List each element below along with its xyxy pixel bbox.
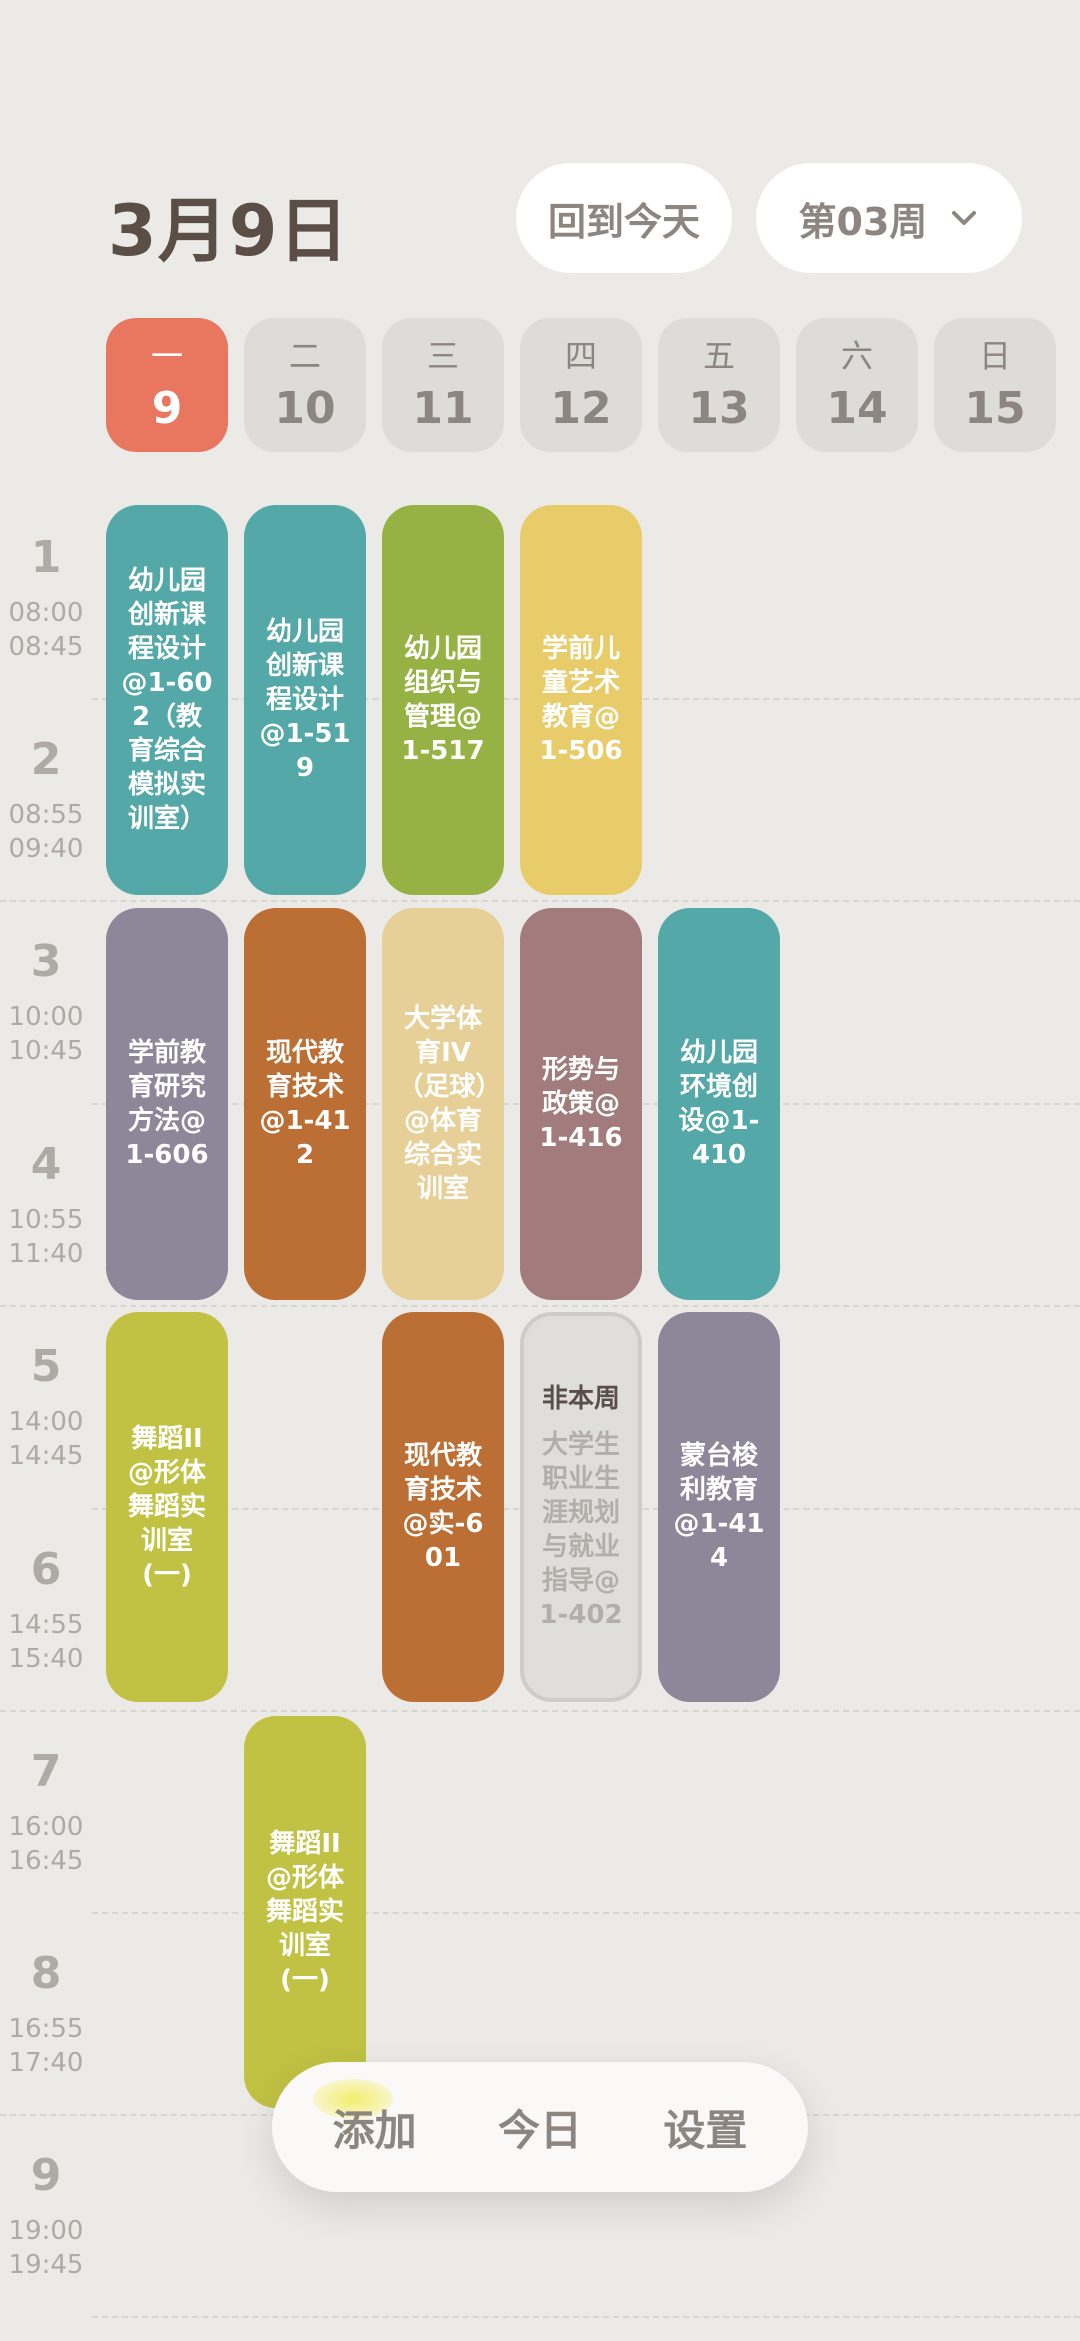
- weekday-label: 日: [978, 337, 1011, 375]
- period-end-time: 15:40: [8, 1644, 84, 1674]
- day-header-sat[interactable]: 六 14: [796, 318, 918, 452]
- period-start-time: 16:00: [8, 1812, 84, 1842]
- page-title: 3月9日: [108, 190, 350, 272]
- period-end-time: 11:40: [8, 1239, 84, 1269]
- period-number: 9: [30, 2150, 62, 2201]
- period-start-time: 10:00: [8, 1002, 84, 1032]
- day-header-thu[interactable]: 四 12: [520, 318, 642, 452]
- course-title: 大学体育IV（足球）@体育综合实训室: [397, 1004, 489, 1204]
- day-header-wed[interactable]: 三 11: [382, 318, 504, 452]
- period-number: 1: [30, 532, 62, 583]
- add-button[interactable]: 添加: [312, 2078, 417, 2158]
- period-number: 6: [30, 1544, 62, 1595]
- course-card-wed-p3-4[interactable]: 大学体育IV（足球）@体育综合实训室: [382, 908, 504, 1300]
- period-start-time: 19:00: [8, 2216, 84, 2246]
- grid-divider: [0, 1710, 1080, 1712]
- chevron-down-icon: [952, 211, 977, 225]
- period-end-time: 08:45: [8, 632, 84, 662]
- course-card-thu-p5-6-not-this-week[interactable]: 非本周 大学生职业生涯规划与就业指导@1-402: [520, 1312, 642, 1702]
- course-title: 幼儿园组织与管理@1-517: [401, 634, 485, 766]
- weekday-label: 一: [150, 337, 183, 375]
- course-title: 舞蹈II@形体舞蹈实训室(一): [127, 1424, 206, 1590]
- day-number: 12: [550, 383, 612, 434]
- course-card-tue-p3-4[interactable]: 现代教育技术@1-412: [244, 908, 366, 1300]
- period-end-time: 19:45: [8, 2250, 84, 2280]
- week-selector-label: 第03周: [798, 199, 928, 244]
- add-label: 添加: [332, 2105, 417, 2155]
- course-title: 舞蹈II@形体舞蹈实训室(一): [265, 1829, 344, 1995]
- course-title: 幼儿园创新课程设计@1-519: [259, 617, 351, 783]
- day-header-sun[interactable]: 日 15: [934, 318, 1056, 452]
- period-start-time: 10:55: [8, 1205, 84, 1235]
- period-number: 2: [30, 734, 62, 785]
- course-title: 大学生职业生涯规划与就业指导@1-402: [539, 1430, 623, 1630]
- day-header-tue[interactable]: 二 10: [244, 318, 366, 452]
- course-card-mon-p3-4[interactable]: 学前教育研究方法@1-606: [106, 908, 228, 1300]
- period-start-time: 14:55: [8, 1610, 84, 1640]
- day-header-fri[interactable]: 五 13: [658, 318, 780, 452]
- weekday-label: 六: [840, 337, 873, 375]
- period-end-time: 14:45: [8, 1441, 84, 1471]
- course-card-wed-p1-2[interactable]: 幼儿园组织与管理@1-517: [382, 505, 504, 895]
- period-start-time: 16:55: [8, 2014, 84, 2044]
- day-number: 9: [151, 383, 183, 434]
- course-card-mon-p1-2[interactable]: 幼儿园创新课程设计@1-602（教育综合模拟实训室）: [106, 505, 228, 895]
- grid-divider: [92, 1912, 1080, 1914]
- period-number: 4: [30, 1139, 62, 1190]
- day-header-mon[interactable]: 一 9: [106, 318, 228, 452]
- day-number: 10: [274, 383, 336, 434]
- course-title: 形势与政策@1-416: [539, 1055, 623, 1153]
- not-this-week-badge: 非本周: [541, 1384, 620, 1414]
- period-number: 5: [30, 1341, 62, 1392]
- course-card-wed-p5-6[interactable]: 现代教育技术@实-601: [382, 1312, 504, 1702]
- course-title: 现代教育技术@实-601: [402, 1441, 484, 1573]
- course-title: 蒙台梭利教育@1-414: [673, 1441, 765, 1573]
- weekday-label: 五: [702, 337, 735, 375]
- course-title: 幼儿园环境创设@1-410: [678, 1038, 760, 1170]
- course-title: 幼儿园创新课程设计@1-602（教育综合模拟实训室）: [121, 566, 213, 834]
- day-number: 14: [826, 383, 888, 434]
- weekday-label: 三: [426, 337, 459, 375]
- weekday-label: 四: [564, 337, 597, 375]
- period-start-time: 14:00: [8, 1407, 84, 1437]
- course-title: 现代教育技术@1-412: [259, 1038, 351, 1170]
- bottom-nav-bar: 添加 今日 设置: [272, 2062, 808, 2192]
- course-title: 学前教育研究方法@1-606: [125, 1038, 209, 1170]
- day-number: 11: [412, 383, 474, 434]
- course-card-thu-p1-2[interactable]: 学前儿童艺术教育@1-506: [520, 505, 642, 895]
- course-card-fri-p3-4[interactable]: 幼儿园环境创设@1-410: [658, 908, 780, 1300]
- grid-divider: [92, 2316, 1080, 2318]
- course-card-fri-p5-6[interactable]: 蒙台梭利教育@1-414: [658, 1312, 780, 1702]
- period-number: 8: [30, 1948, 62, 1999]
- grid-divider: [0, 1305, 1080, 1307]
- back-to-today-button[interactable]: 回到今天: [516, 163, 732, 273]
- settings-button[interactable]: 设置: [663, 2097, 747, 2158]
- period-end-time: 16:45: [8, 1846, 84, 1876]
- period-end-time: 17:40: [8, 2048, 84, 2078]
- period-number: 7: [30, 1746, 62, 1797]
- settings-label: 设置: [663, 2105, 748, 2155]
- week-selector-dropdown[interactable]: 第03周: [756, 163, 1022, 273]
- today-nav-button[interactable]: 今日: [498, 2097, 582, 2158]
- period-end-time: 10:45: [8, 1036, 84, 1066]
- weekday-label: 二: [288, 337, 321, 375]
- course-card-mon-p5-6[interactable]: 舞蹈II@形体舞蹈实训室(一): [106, 1312, 228, 1702]
- period-number: 3: [30, 936, 62, 987]
- course-card-tue-p1-2[interactable]: 幼儿园创新课程设计@1-519: [244, 505, 366, 895]
- course-card-thu-p3-4[interactable]: 形势与政策@1-416: [520, 908, 642, 1300]
- today-label: 今日: [497, 2105, 582, 2155]
- period-start-time: 08:55: [8, 800, 84, 830]
- period-end-time: 09:40: [8, 834, 84, 864]
- day-number: 13: [688, 383, 750, 434]
- grid-divider: [0, 900, 1080, 902]
- day-number: 15: [964, 383, 1026, 434]
- course-card-tue-p7-8[interactable]: 舞蹈II@形体舞蹈实训室(一): [244, 1716, 366, 2108]
- period-start-time: 08:00: [8, 598, 84, 628]
- course-title: 学前儿童艺术教育@1-506: [539, 634, 623, 766]
